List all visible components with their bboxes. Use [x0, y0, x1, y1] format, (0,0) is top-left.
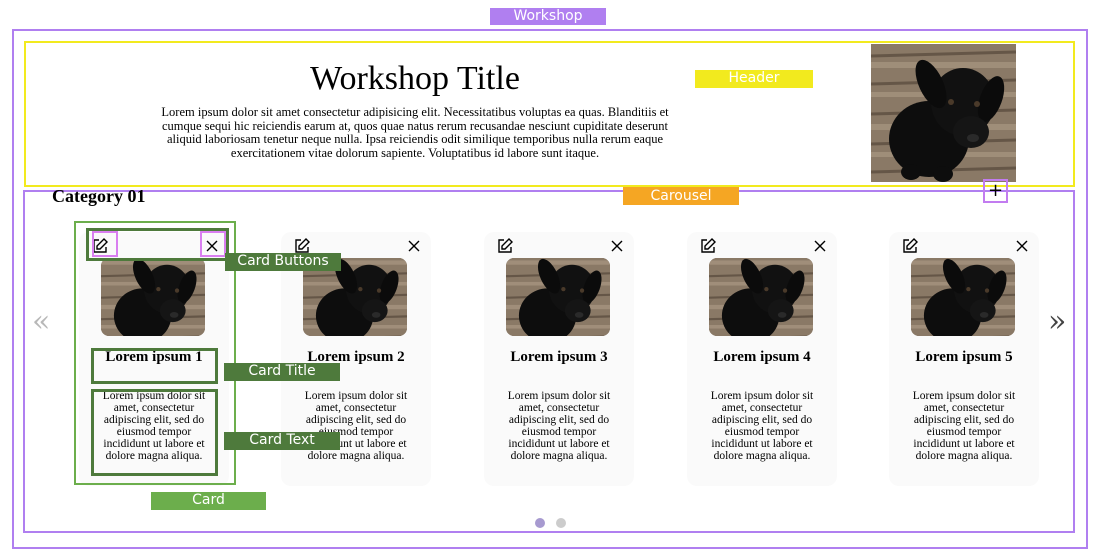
close-button-highlight — [200, 231, 226, 257]
card-text: Lorem ipsum dolor sit amet, consectetur … — [912, 390, 1016, 462]
card-text: Lorem ipsum dolor sit amet, consectetur … — [710, 390, 814, 462]
workshop-title: Workshop Title — [310, 60, 520, 97]
close-icon — [611, 240, 623, 252]
card: Lorem ipsum 4 Lorem ipsum dolor sit amet… — [687, 232, 837, 486]
header-annotation: Header — [695, 70, 813, 88]
card-buttons-annotation: Card Buttons — [225, 253, 341, 271]
card-title: Lorem ipsum 5 — [915, 349, 1013, 365]
edit-card-button[interactable] — [494, 235, 516, 257]
card: Lorem ipsum 3 Lorem ipsum dolor sit amet… — [484, 232, 634, 486]
edit-icon — [903, 238, 918, 253]
card-photo — [709, 258, 813, 336]
card-title: Lorem ipsum 4 — [713, 349, 811, 365]
edit-card-button[interactable] — [697, 235, 719, 257]
edit-icon — [498, 238, 513, 253]
workshop-photo — [871, 44, 1016, 182]
card-text-region — [91, 389, 218, 476]
add-category-button[interactable]: + — [983, 179, 1008, 203]
edit-button-highlight — [92, 231, 118, 257]
card: Lorem ipsum 5 Lorem ipsum dolor sit amet… — [889, 232, 1039, 486]
card-text: Lorem ipsum dolor sit amet, consectetur … — [304, 390, 408, 462]
delete-card-button[interactable] — [809, 235, 831, 257]
card-title: Lorem ipsum 3 — [510, 349, 608, 365]
plus-icon: + — [987, 180, 1004, 201]
card-annotation: Card — [151, 492, 266, 510]
edit-icon — [701, 238, 716, 253]
card-photo — [506, 258, 610, 336]
category-title: Category 01 — [52, 186, 146, 206]
carousel-next-button[interactable]: » — [1048, 307, 1066, 337]
card-photo — [911, 258, 1015, 336]
close-icon — [814, 240, 826, 252]
card-text-annotation: Card Text — [224, 432, 340, 450]
card-text: Lorem ipsum dolor sit amet, consectetur … — [507, 390, 611, 462]
card-title-annotation: Card Title — [224, 363, 340, 381]
workshop-annotation: Workshop — [490, 8, 606, 25]
carousel-annotation: Carousel — [623, 187, 739, 205]
carousel-dot-active[interactable] — [535, 518, 545, 528]
close-icon — [1016, 240, 1028, 252]
carousel-dot[interactable] — [556, 518, 566, 528]
edit-card-button[interactable] — [899, 235, 921, 257]
delete-card-button[interactable] — [606, 235, 628, 257]
workshop-description: Lorem ipsum dolor sit amet consectetur a… — [161, 105, 669, 160]
delete-card-button[interactable] — [403, 235, 425, 257]
carousel-prev-button[interactable]: « — [32, 307, 50, 337]
close-icon — [408, 240, 420, 252]
card-title-region — [91, 348, 218, 384]
delete-card-button[interactable] — [1011, 235, 1033, 257]
